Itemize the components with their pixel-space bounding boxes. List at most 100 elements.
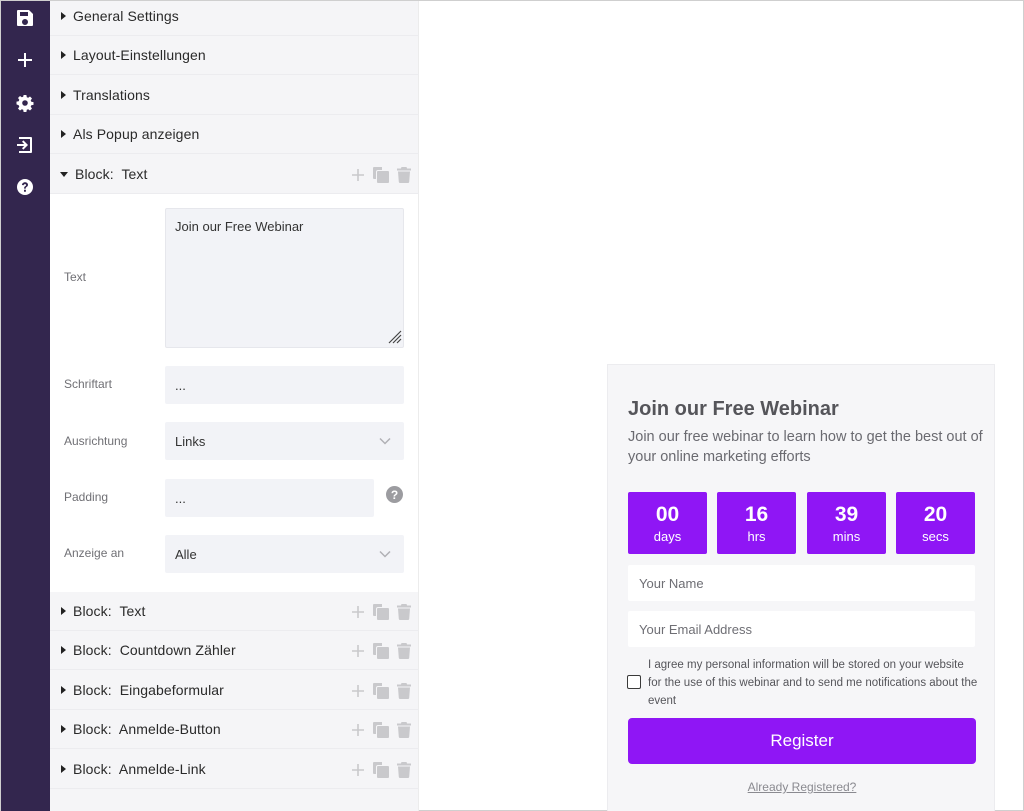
- block-label: Block: Anmelde-Link: [73, 761, 206, 777]
- resize-handle-icon[interactable]: [386, 328, 402, 344]
- section-layout-settings[interactable]: Layout-Einstellungen: [50, 36, 419, 75]
- block-countdown-header[interactable]: Block: Countdown Zähler: [50, 631, 419, 670]
- block-label: Block: Anmelde-Button: [73, 721, 221, 737]
- block-label: Block: Text: [75, 166, 148, 182]
- caret-right-icon: [61, 765, 66, 773]
- block-label: Block: Countdown Zähler: [73, 642, 236, 658]
- countdown-value: 20: [923, 503, 948, 526]
- caret-right-icon: [61, 646, 66, 654]
- name-input[interactable]: Your Name: [628, 565, 975, 601]
- block-actions: [351, 750, 411, 789]
- block-button-header[interactable]: Block: Anmelde-Button: [50, 710, 419, 749]
- register-button[interactable]: Register: [628, 718, 976, 764]
- block-actions: [351, 592, 411, 631]
- add-icon[interactable]: [351, 684, 365, 698]
- trash-icon[interactable]: [397, 682, 411, 699]
- plus-icon[interactable]: [11, 46, 39, 74]
- trash-icon[interactable]: [397, 603, 411, 620]
- text-field-label: Text: [64, 270, 87, 284]
- caret-right-icon: [61, 12, 66, 20]
- font-input[interactable]: ...: [165, 366, 404, 404]
- chevron-down-icon: [379, 437, 391, 445]
- duplicate-icon[interactable]: [372, 682, 390, 700]
- help-circle-icon[interactable]: ?: [386, 486, 403, 503]
- countdown-unit: hrs: [747, 529, 766, 544]
- section-general-settings[interactable]: General Settings: [50, 0, 419, 36]
- add-icon[interactable]: [351, 763, 365, 777]
- text-input[interactable]: Join our Free Webinar: [165, 208, 404, 348]
- section-translations[interactable]: Translations: [50, 76, 419, 115]
- section-label: General Settings: [73, 8, 179, 24]
- trash-icon[interactable]: [397, 166, 411, 183]
- icon-sidebar: [1, 1, 50, 811]
- countdown-hours: 16 hrs: [717, 492, 796, 554]
- duplicate-icon[interactable]: [372, 721, 390, 739]
- save-icon[interactable]: [11, 4, 39, 32]
- chevron-down-icon: [379, 550, 391, 558]
- block-actions: [351, 671, 411, 710]
- block-text-header[interactable]: Block: Text: [50, 155, 419, 194]
- login-icon[interactable]: [11, 131, 39, 159]
- caret-down-icon: [60, 171, 68, 177]
- add-icon[interactable]: [351, 168, 365, 182]
- block-actions: [351, 710, 411, 749]
- settings-panel: General Settings Layout-Einstellungen Tr…: [50, 1, 419, 811]
- preview-title[interactable]: Join our Free Webinar: [628, 398, 839, 421]
- trash-icon[interactable]: [397, 761, 411, 778]
- add-icon[interactable]: [351, 723, 365, 737]
- add-icon[interactable]: [351, 605, 365, 619]
- caret-right-icon: [61, 607, 66, 615]
- section-label: Layout-Einstellungen: [73, 47, 206, 63]
- alignment-field-label: Ausrichtung: [64, 434, 128, 448]
- already-registered-link[interactable]: Already Registered?: [608, 780, 996, 794]
- trash-icon[interactable]: [397, 721, 411, 738]
- section-popup[interactable]: Als Popup anzeigen: [50, 115, 419, 154]
- webinar-preview-card: Join our Free Webinar Join our free webi…: [607, 364, 995, 811]
- caret-right-icon: [61, 725, 66, 733]
- display-select[interactable]: Alle: [165, 535, 404, 573]
- countdown-unit: secs: [922, 529, 949, 544]
- block-label: Block: Eingabeformular: [73, 682, 224, 698]
- caret-right-icon: [61, 51, 66, 59]
- consent-checkbox[interactable]: [627, 675, 641, 689]
- section-label: Als Popup anzeigen: [73, 126, 200, 142]
- countdown-value: 00: [655, 503, 680, 526]
- block-actions: [351, 631, 411, 670]
- gear-icon[interactable]: [11, 89, 39, 117]
- block-label: Block: Text: [73, 603, 146, 619]
- duplicate-icon[interactable]: [372, 603, 390, 621]
- padding-field-label: Padding: [64, 490, 109, 504]
- countdown-unit: days: [653, 529, 682, 544]
- caret-right-icon: [61, 91, 66, 99]
- block-actions: [351, 155, 411, 194]
- padding-input[interactable]: ...: [165, 479, 374, 517]
- block-form-header[interactable]: Block: Eingabeformular: [50, 671, 419, 710]
- display-value: Alle: [175, 546, 197, 562]
- block-text-settings: Text Join our Free Webinar Schriftart ..…: [50, 194, 419, 592]
- trash-icon[interactable]: [397, 642, 411, 659]
- countdown-minutes: 39 mins: [807, 492, 886, 554]
- add-icon[interactable]: [351, 644, 365, 658]
- section-label: Translations: [73, 87, 150, 103]
- countdown-seconds: 20 secs: [896, 492, 975, 554]
- block-text-header[interactable]: Block: Text: [50, 592, 419, 631]
- countdown-days: 00 days: [628, 492, 707, 554]
- countdown-unit: mins: [832, 529, 861, 544]
- font-field-label: Schriftart: [64, 377, 113, 391]
- app-window: General Settings Layout-Einstellungen Tr…: [0, 0, 1024, 811]
- consent-text: I agree my personal information will be …: [648, 659, 978, 707]
- display-field-label: Anzeige an: [64, 546, 125, 560]
- alignment-select[interactable]: Links: [165, 422, 404, 460]
- countdown-value: 39: [834, 503, 859, 526]
- caret-right-icon: [61, 686, 66, 694]
- duplicate-icon[interactable]: [372, 166, 390, 184]
- help-icon[interactable]: [11, 173, 39, 201]
- caret-right-icon: [61, 130, 66, 138]
- email-input[interactable]: Your Email Address: [628, 611, 975, 647]
- countdown-value: 16: [744, 503, 769, 526]
- block-link-header[interactable]: Block: Anmelde-Link: [50, 750, 419, 789]
- duplicate-icon[interactable]: [372, 761, 390, 779]
- duplicate-icon[interactable]: [372, 642, 390, 660]
- preview-subtitle[interactable]: Join our free webinar to learn how to ge…: [628, 427, 983, 467]
- alignment-value: Links: [175, 433, 206, 449]
